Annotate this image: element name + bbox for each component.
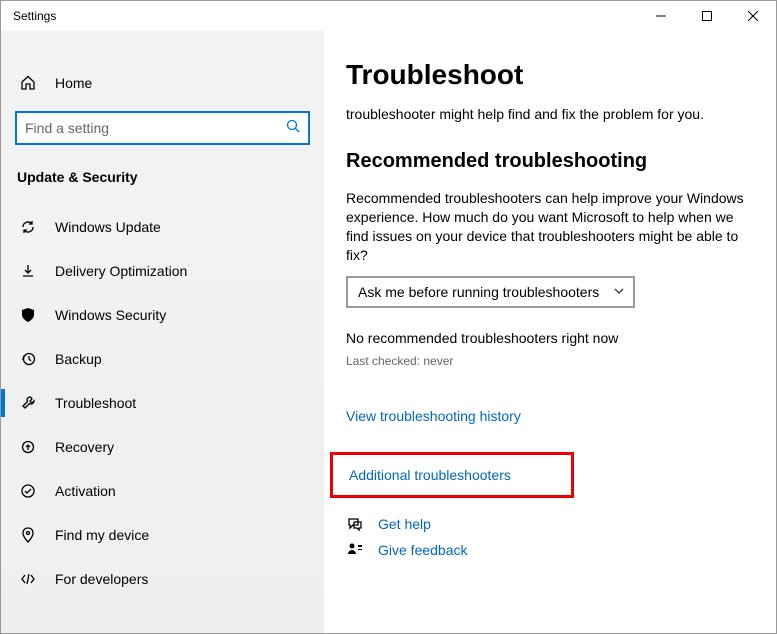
chat-icon bbox=[346, 516, 364, 532]
get-help-label: Get help bbox=[378, 516, 431, 532]
wrench-icon bbox=[19, 395, 37, 411]
give-feedback-row[interactable]: Give feedback bbox=[346, 542, 756, 558]
chevron-down-icon bbox=[613, 284, 625, 300]
recovery-icon bbox=[19, 439, 37, 455]
main-content: Troubleshoot troubleshooter might help f… bbox=[324, 31, 776, 633]
sync-icon bbox=[19, 219, 37, 235]
sidebar-item-find-my-device[interactable]: Find my device bbox=[1, 513, 324, 557]
sidebar-item-for-developers[interactable]: For developers bbox=[1, 557, 324, 601]
sidebar-item-delivery-optimization[interactable]: Delivery Optimization bbox=[1, 249, 324, 293]
troubleshoot-preference-dropdown[interactable]: Ask me before running troubleshooters bbox=[346, 276, 635, 308]
sidebar-item-windows-update[interactable]: Windows Update bbox=[1, 205, 324, 249]
sidebar-item-activation[interactable]: Activation bbox=[1, 469, 324, 513]
sidebar-item-windows-security[interactable]: Windows Security bbox=[1, 293, 324, 337]
close-button[interactable] bbox=[730, 1, 776, 31]
app-title: Settings bbox=[13, 9, 56, 23]
check-circle-icon bbox=[19, 483, 37, 499]
sidebar-item-troubleshoot[interactable]: Troubleshoot bbox=[1, 381, 324, 425]
sidebar-item-backup[interactable]: Backup bbox=[1, 337, 324, 381]
last-checked-text: Last checked: never bbox=[346, 354, 756, 368]
page-title: Troubleshoot bbox=[346, 59, 756, 91]
section-header: Update & Security bbox=[1, 155, 324, 205]
home-icon bbox=[19, 75, 37, 91]
section-heading: Recommended troubleshooting bbox=[346, 150, 756, 173]
intro-text: troubleshooter might help find and fix t… bbox=[346, 105, 756, 124]
view-history-link[interactable]: View troubleshooting history bbox=[346, 408, 756, 424]
feedback-icon bbox=[346, 542, 364, 558]
give-feedback-label: Give feedback bbox=[378, 542, 468, 558]
dropdown-value: Ask me before running troubleshooters bbox=[358, 284, 599, 300]
sidebar-item-recovery[interactable]: Recovery bbox=[1, 425, 324, 469]
minimize-button[interactable] bbox=[638, 1, 684, 31]
search-input[interactable] bbox=[15, 111, 310, 145]
titlebar: Settings bbox=[1, 1, 776, 31]
home-label: Home bbox=[55, 75, 92, 91]
status-text: No recommended troubleshooters right now bbox=[346, 330, 756, 346]
sidebar: Home Update & Security Windows Update De… bbox=[1, 31, 324, 633]
maximize-button[interactable] bbox=[684, 1, 730, 31]
shield-icon bbox=[19, 307, 37, 323]
download-icon bbox=[19, 263, 37, 279]
additional-troubleshooters-link[interactable]: Additional troubleshooters bbox=[330, 452, 574, 498]
window-controls bbox=[638, 1, 776, 31]
get-help-row[interactable]: Get help bbox=[346, 516, 756, 532]
search-icon bbox=[286, 119, 300, 138]
location-icon bbox=[19, 527, 37, 543]
developer-icon bbox=[19, 571, 37, 587]
history-icon bbox=[19, 351, 37, 367]
home-nav[interactable]: Home bbox=[1, 61, 324, 105]
section-description: Recommended troubleshooters can help imp… bbox=[346, 189, 756, 265]
